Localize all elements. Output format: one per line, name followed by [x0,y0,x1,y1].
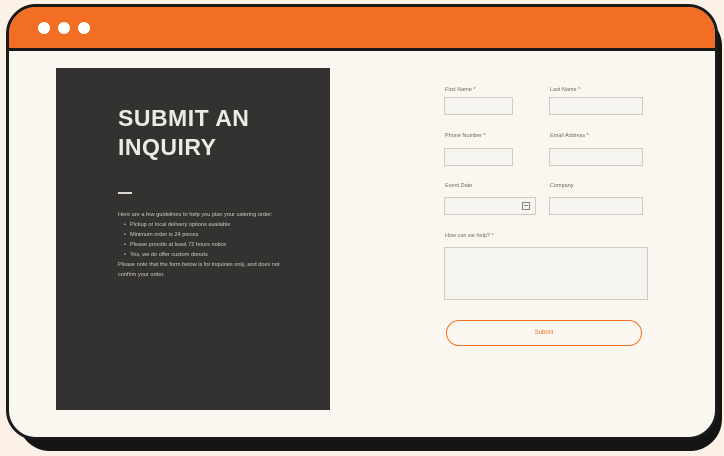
phone-field[interactable] [444,148,513,166]
inquiry-info-panel: SUBMIT AN INQUIRY Here are a few guideli… [56,68,330,410]
message-textarea[interactable] [444,247,648,300]
email-field[interactable] [549,148,643,166]
list-item: Yes, we do offer custom donuts [124,250,296,260]
event-date-field[interactable] [444,197,536,215]
first-name-label: First Name * [445,87,476,93]
phone-label: Phone Number * [445,133,486,139]
company-label: Company [550,183,574,189]
event-date-label: Event Date [445,183,473,189]
last-name-field[interactable] [549,97,643,115]
window-dot-icon[interactable] [38,21,50,34]
guidelines-list: Pickup or local delivery options availab… [118,220,296,260]
message-label: How can we help? * [445,233,494,239]
list-item: Please provide at least 72 hours notice [124,240,296,250]
panel-title: SUBMIT AN INQUIRY [118,105,250,160]
company-field[interactable] [549,197,643,215]
submit-button[interactable]: Submit [446,320,642,346]
panel-divider [118,192,132,194]
window-dot-icon[interactable] [78,21,90,34]
list-item: Minimum order is 24 pieces [124,230,296,240]
window-titlebar [9,7,715,51]
list-item: Pickup or local delivery options availab… [124,220,296,230]
last-name-label: Last Name * [550,87,581,93]
email-label: Email Address * [550,133,589,139]
first-name-field[interactable] [444,97,513,115]
panel-footer-note: Please note that the form below is for i… [118,262,280,278]
window-dot-icon[interactable] [58,21,70,34]
calendar-icon[interactable] [522,202,530,210]
panel-intro: Here are a few guidelines to help you pl… [118,212,273,218]
browser-window: SUBMIT AN INQUIRY Here are a few guideli… [6,4,718,440]
